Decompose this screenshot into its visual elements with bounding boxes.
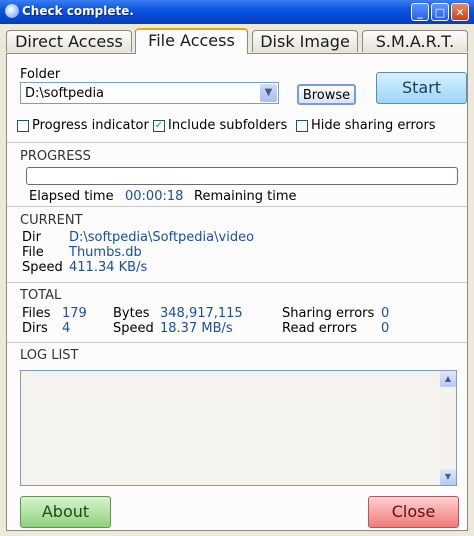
dirs-value: 4 — [62, 321, 71, 336]
folder-value: D:\softpedia — [25, 86, 105, 101]
file-access-panel: Folder D:\softpedia ▼ Browse Start Progr… — [6, 53, 468, 531]
close-icon[interactable]: ✕ — [451, 3, 469, 21]
remaining-time-label: Remaining time — [194, 189, 297, 204]
bytes-label: Bytes — [113, 306, 150, 321]
current-speed-value: 411.34 KB/s — [69, 260, 148, 275]
log-scrollbar[interactable]: ▲ ▼ — [440, 371, 456, 485]
maximize-icon[interactable]: □ — [431, 3, 449, 21]
minimize-icon[interactable]: _ — [411, 3, 429, 21]
progress-indicator-label: Progress indicator — [32, 118, 149, 133]
file-label: File — [22, 245, 44, 260]
progress-divider — [7, 142, 467, 143]
current-title: CURRENT — [20, 213, 83, 228]
include-subfolders-checkbox[interactable]: ✓ — [153, 120, 165, 132]
files-label: Files — [22, 306, 51, 321]
start-button[interactable]: Start — [376, 72, 467, 104]
app-window: Check complete. _ □ ✕ Direct Access File… — [0, 0, 474, 536]
progress-bar — [26, 167, 458, 185]
log-title: LOG LIST — [20, 348, 79, 363]
total-speed-label: Speed — [113, 321, 154, 336]
current-divider — [7, 206, 467, 207]
folder-label: Folder — [20, 67, 61, 82]
browse-button[interactable]: Browse — [297, 84, 356, 105]
tab-direct-access[interactable]: Direct Access — [6, 30, 132, 52]
log-list[interactable]: ▲ ▼ — [20, 370, 457, 486]
file-value: Thumbs.db — [69, 245, 142, 260]
window-title: Check complete. — [22, 4, 134, 18]
tab-file-access[interactable]: File Access — [135, 28, 248, 54]
log-divider — [7, 342, 467, 343]
close-button[interactable]: Close — [368, 496, 459, 528]
scroll-up-icon[interactable]: ▲ — [440, 371, 456, 387]
read-errors-label: Read errors — [282, 321, 358, 336]
title-bar[interactable]: Check complete. _ □ ✕ — [0, 0, 474, 24]
files-value: 179 — [62, 306, 87, 321]
bytes-value: 348,917,115 — [160, 306, 243, 321]
total-speed-value: 18.37 MB/s — [160, 321, 233, 336]
sharing-errors-value: 0 — [381, 306, 390, 321]
folder-combobox[interactable]: D:\softpedia ▼ — [20, 82, 279, 104]
sharing-errors-label: Sharing errors — [282, 306, 375, 321]
tab-bar: Direct Access File Access Disk Image S.M… — [6, 28, 468, 54]
chevron-down-icon[interactable]: ▼ — [260, 84, 277, 102]
dir-value: D:\softpedia\Softpedia\video — [69, 230, 255, 245]
elapsed-time-value: 00:00:18 — [125, 189, 184, 204]
hide-sharing-errors-checkbox[interactable] — [296, 120, 308, 132]
tab-smart[interactable]: S.M.A.R.T. — [362, 30, 468, 52]
dirs-label: Dirs — [22, 321, 48, 336]
progress-title: PROGRESS — [20, 149, 91, 164]
progress-indicator-checkbox[interactable] — [17, 120, 29, 132]
current-speed-label: Speed — [22, 260, 63, 275]
hide-sharing-errors-label: Hide sharing errors — [311, 118, 436, 133]
read-errors-value: 0 — [381, 321, 390, 336]
elapsed-time-label: Elapsed time — [29, 189, 114, 204]
total-title: TOTAL — [20, 288, 62, 303]
scroll-down-icon[interactable]: ▼ — [440, 469, 456, 485]
include-subfolders-label: Include subfolders — [168, 118, 288, 133]
about-button[interactable]: About — [20, 496, 111, 528]
tab-disk-image[interactable]: Disk Image — [252, 30, 358, 52]
app-icon — [5, 4, 19, 18]
total-divider — [7, 282, 467, 283]
dir-label: Dir — [22, 230, 41, 245]
